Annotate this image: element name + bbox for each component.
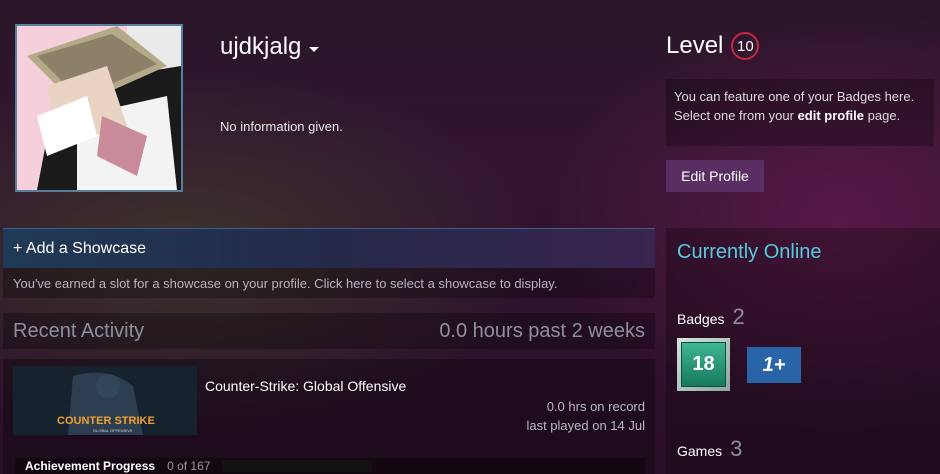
games-link[interactable]: Games 3 [677,436,742,462]
recent-game-row: COUNTER STRIKE GLOBAL OFFENSIVE Counter-… [3,359,655,474]
achievement-label: Achievement Progress [25,459,156,473]
level-badge: 10 [731,32,760,60]
featured-badge-line2: Select one from your edit profile page. [674,106,926,125]
years-of-service-badge[interactable]: 18 [677,338,730,391]
chevron-down-icon[interactable] [309,46,320,52]
achievement-count: 0 of 167 [167,459,211,473]
avatar-image [17,26,181,190]
persona-name[interactable]: ujdkjalg [220,33,320,61]
recent-activity-title: Recent Activity [13,319,145,342]
games-label: Games [677,443,723,459]
recent-activity-header: Recent Activity 0.0 hours past 2 weeks [3,313,655,349]
csgo-capsule-art: COUNTER STRIKE GLOBAL OFFENSIVE [13,366,197,435]
add-showcase-description[interactable]: You've earned a slot for a showcase on y… [3,268,655,299]
edit-profile-button[interactable]: Edit Profile [666,160,764,192]
badges-label: Badges [677,311,725,327]
edit-profile-link[interactable]: edit profile [798,108,864,123]
recent-activity-hours: 0.0 hours past 2 weeks [439,319,645,342]
online-status: Currently Online [677,241,822,263]
add-showcase-title[interactable]: + Add a Showcase [3,228,655,268]
level-display: Level 10 [666,32,760,60]
games-count: 3 [730,436,743,461]
badges-count: 2 [732,304,745,329]
badges-link[interactable]: Badges 2 [677,304,745,330]
level-label: Level [666,32,724,59]
featured-badge-prefix: Select one from your [674,108,798,123]
featured-badge-box: You can feature one of your Badges here.… [666,79,934,146]
add-showcase-panel[interactable]: + Add a Showcase You've earned a slot fo… [3,228,655,298]
achievement-progress-bar [222,460,373,472]
profile-sidebar: Currently Online Badges 2 18 1+ Games 3 [666,228,940,474]
game-last-played: last played on 14 Jul [526,418,645,433]
badge1-value: 18 [681,342,726,387]
achievement-progress[interactable]: Achievement Progress 0 of 167 [15,458,645,474]
persona-name-text: ujdkjalg [220,33,302,60]
profile-avatar [15,24,183,192]
badge2-value: 1+ [762,353,786,376]
capsule-logo-subtext: GLOBAL OFFENSIVE [93,428,133,433]
game-capsule-image[interactable]: COUNTER STRIKE GLOBAL OFFENSIVE [13,366,197,435]
profile-summary: No information given. [220,119,343,134]
game-hours-on-record: 0.0 hrs on record [546,399,645,414]
featured-badge-line1: You can feature one of your Badges here. [674,89,915,104]
capsule-logo-text: COUNTER STRIKE [57,415,155,427]
game-name[interactable]: Counter-Strike: Global Offensive [205,378,406,394]
featured-badge-suffix: page. [864,108,901,123]
community-badge[interactable]: 1+ [747,347,801,383]
